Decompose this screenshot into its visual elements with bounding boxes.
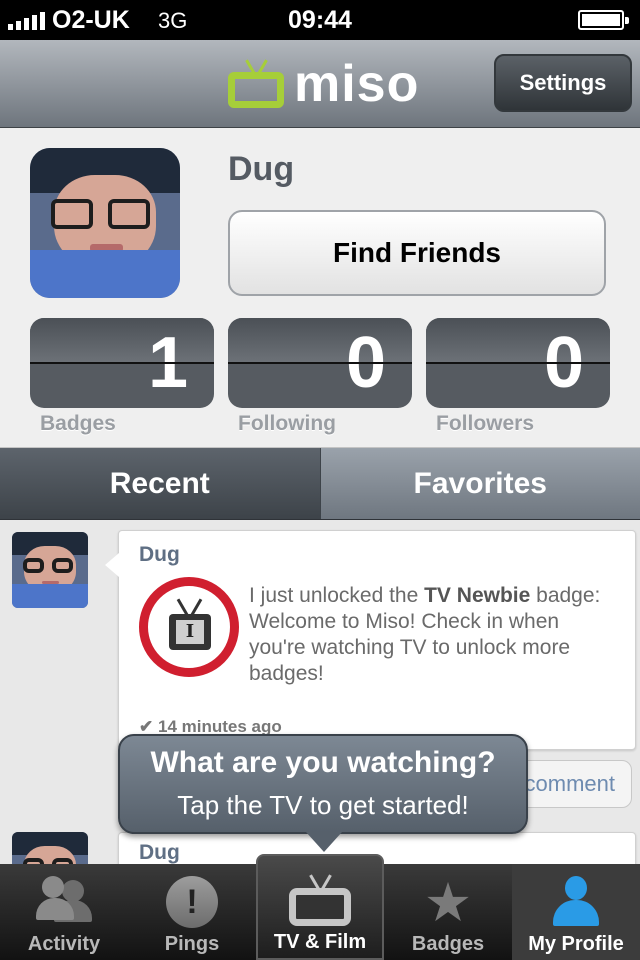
avatar-photo — [12, 532, 88, 608]
navigation-bar: miso Settings — [0, 40, 640, 128]
tv-icon — [289, 874, 351, 926]
badges-count: 1 — [147, 323, 188, 403]
feed-item-avatar[interactable] — [12, 832, 88, 864]
feed-item-message: I just unlocked the TV Newbie badge: Wel… — [249, 584, 601, 685]
avatar-photo — [12, 832, 88, 864]
followers-count: 0 — [543, 323, 584, 403]
feed-item-author[interactable]: Dug — [139, 841, 180, 864]
following-counter[interactable]: 0 — [228, 318, 412, 408]
tab-tv-and-film[interactable]: TV & Film — [256, 854, 384, 960]
tab-my-profile[interactable]: My Profile — [512, 864, 640, 960]
followers-label: Followers — [436, 412, 535, 435]
status-bar: O2-UK 3G 09:44 — [0, 0, 640, 40]
feed-segmented-control: Recent Favorites — [0, 448, 640, 520]
tab-bar: Activity ! Pings TV & Film ★ Badges My P… — [0, 854, 640, 960]
tab-recent[interactable]: Recent — [0, 448, 320, 519]
feed-item-author[interactable]: Dug — [139, 543, 180, 567]
badges-counter[interactable]: 1 — [30, 318, 214, 408]
star-badge-icon: ★ — [426, 877, 470, 930]
badge-name: TV Newbie — [424, 584, 531, 607]
profile-avatar[interactable] — [30, 148, 180, 298]
tooltip-subtitle: Tap the TV to get started! — [177, 790, 469, 820]
feed-item-avatar[interactable] — [12, 532, 88, 608]
avatar-photo — [30, 148, 180, 298]
tab-badges[interactable]: ★ Badges — [384, 864, 512, 960]
user-icon — [551, 876, 601, 928]
feed-item-card[interactable]: Dug I I just unlocked the TV Newbie badg… — [105, 530, 636, 750]
miso-logo: miso — [228, 54, 419, 114]
find-friends-button[interactable]: Find Friends — [228, 210, 606, 296]
profile-header: Dug Find Friends 1 0 0 Badges Following … — [0, 128, 640, 448]
settings-button[interactable]: Settings — [494, 54, 632, 112]
profile-name: Dug — [228, 150, 295, 188]
tab-activity[interactable]: Activity — [0, 864, 128, 960]
followers-counter[interactable]: 0 — [426, 318, 610, 408]
logo-text: miso — [294, 55, 420, 113]
tooltip-title: What are you watching? — [150, 746, 496, 779]
following-count: 0 — [345, 323, 386, 403]
get-started-tooltip[interactable]: What are you watching? Tap the TV to get… — [118, 734, 528, 852]
exclamation-icon: ! — [166, 876, 218, 928]
tab-pings[interactable]: ! Pings — [128, 864, 256, 960]
tab-favorites[interactable]: Favorites — [319, 448, 640, 519]
following-label: Following — [238, 412, 336, 435]
tv-logo-icon — [228, 72, 284, 108]
battery-icon — [578, 10, 629, 30]
people-icon — [36, 876, 92, 922]
tv-newbie-badge-icon[interactable]: I — [139, 577, 239, 677]
badges-label: Badges — [40, 412, 116, 435]
clock: 09:44 — [288, 6, 352, 34]
